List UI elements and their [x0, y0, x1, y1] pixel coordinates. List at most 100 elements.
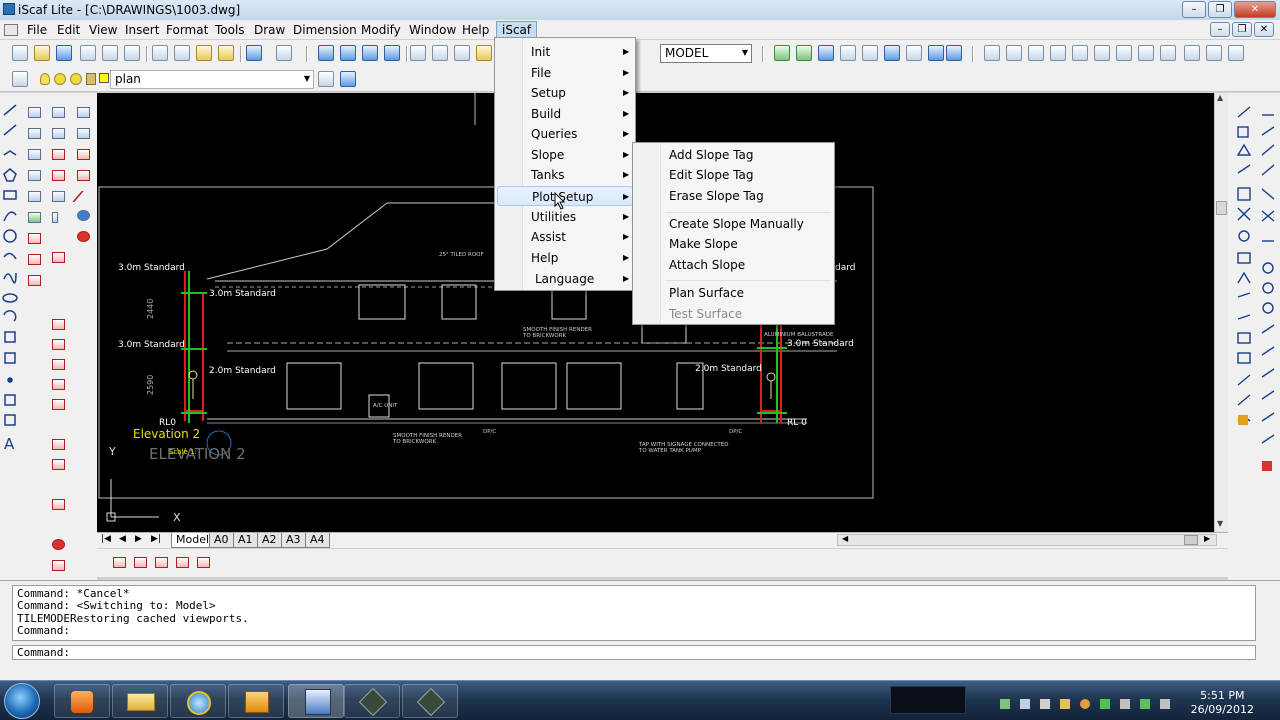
scroll-thumb[interactable]	[1216, 201, 1227, 215]
tab-model[interactable]: Model	[171, 533, 215, 548]
array-icon[interactable]	[28, 191, 41, 202]
drawing-vertical-scrollbar[interactable]: ▲ ▼	[1214, 93, 1228, 533]
copy-icon[interactable]	[174, 45, 190, 61]
iscaf-menu-queries[interactable]: Queries ▶	[497, 124, 633, 144]
modify-4-icon[interactable]	[52, 170, 65, 181]
tab-last-icon[interactable]: ▶|	[151, 534, 161, 544]
move-icon[interactable]	[28, 107, 41, 118]
snap-tool-8-icon[interactable]	[1138, 45, 1154, 61]
print-preview-icon[interactable]	[102, 45, 118, 61]
draw-tools-icons[interactable]: A	[0, 93, 97, 580]
design-center-icon[interactable]	[432, 45, 448, 61]
hscroll-thumb[interactable]	[1184, 535, 1198, 545]
tray-icon-1[interactable]	[1000, 699, 1010, 709]
prop-1-icon[interactable]	[77, 107, 90, 118]
redo-icon[interactable]	[276, 45, 292, 61]
menu-format[interactable]: Format	[161, 22, 213, 38]
modify-15-icon[interactable]	[52, 499, 65, 510]
snap-tool-5-icon[interactable]	[1072, 45, 1088, 61]
zoom-previous-icon[interactable]	[384, 45, 400, 61]
layer-previous-icon[interactable]	[340, 71, 356, 87]
modify-12-icon[interactable]	[52, 399, 65, 410]
modify-3-icon[interactable]	[52, 149, 65, 160]
stretch-icon[interactable]	[28, 254, 41, 265]
modify-14-icon[interactable]	[52, 459, 65, 470]
volume-icon[interactable]	[1160, 699, 1170, 709]
layer-vp-thaw-icon[interactable]	[70, 73, 82, 85]
iscaf-tool-3-icon[interactable]	[818, 45, 834, 61]
iscaf-menu-setup[interactable]: Setup ▶	[497, 83, 633, 103]
horizontal-scrollbar[interactable]: ◀ ▶	[837, 534, 1217, 546]
snap-tool-4-icon[interactable]	[1050, 45, 1066, 61]
tray-icon-3[interactable]	[1040, 699, 1050, 709]
mirror-icon[interactable]	[28, 149, 41, 160]
modify-13-icon[interactable]	[52, 439, 65, 450]
menu-edit[interactable]: Edit	[52, 22, 85, 38]
doc-minimize-button[interactable]: –	[1210, 22, 1230, 37]
save-icon[interactable]	[56, 45, 72, 61]
publish-icon[interactable]	[124, 45, 140, 61]
paste-icon[interactable]	[196, 45, 212, 61]
explorer-task-icon[interactable]	[112, 684, 168, 718]
iscaf-menu-file[interactable]: File ▶	[497, 63, 633, 83]
modify-5-icon[interactable]	[52, 191, 65, 202]
close-icon[interactable]	[77, 231, 90, 242]
tray-icon-2[interactable]	[1020, 699, 1030, 709]
lower-tool-2-icon[interactable]	[134, 557, 147, 568]
internet-explorer-task-icon[interactable]	[170, 684, 226, 718]
network-icon[interactable]	[1140, 699, 1150, 709]
menu-modify[interactable]: Modify	[356, 22, 406, 38]
layer-select[interactable]: plan ▼	[110, 70, 314, 89]
delete-icon[interactable]	[52, 539, 65, 550]
scroll-right-icon[interactable]: ▶	[1204, 534, 1210, 543]
modify-9-icon[interactable]	[52, 339, 65, 350]
iscaf-tool-7-icon[interactable]	[906, 45, 922, 61]
menu-help[interactable]: Help	[457, 22, 494, 38]
iscaf-tool-8-icon[interactable]	[928, 45, 944, 61]
iscaf-menu-assist[interactable]: Assist ▶	[497, 227, 633, 247]
iscaf-task-icon[interactable]	[288, 684, 344, 718]
modify-6-icon[interactable]	[52, 212, 58, 223]
snap-tool-3-icon[interactable]	[1028, 45, 1044, 61]
prop-2-icon[interactable]	[77, 128, 90, 139]
cad-task-icon-2[interactable]	[402, 684, 458, 718]
tray-icon-4[interactable]	[1060, 699, 1070, 709]
menu-tools[interactable]: Tools	[210, 22, 250, 38]
lower-tool-1-icon[interactable]	[113, 557, 126, 568]
snap-tool-12-icon[interactable]	[1228, 45, 1244, 61]
tab-prev-icon[interactable]: ◀	[119, 534, 126, 544]
scroll-up-icon[interactable]: ▲	[1217, 93, 1223, 102]
print-icon[interactable]	[80, 45, 96, 61]
layer-thaw-icon[interactable]	[54, 73, 66, 85]
modify-2-icon[interactable]	[52, 128, 65, 139]
submenu-edit-slope-tag[interactable]: Edit Slope Tag	[635, 165, 832, 185]
iscaf-menu-init[interactable]: Init ▶	[497, 42, 633, 62]
submenu-add-slope-tag[interactable]: Add Slope Tag	[635, 145, 832, 165]
tab-a1[interactable]: A1	[233, 533, 258, 548]
menu-draw[interactable]: Draw	[249, 22, 290, 38]
copy-object-icon[interactable]	[28, 128, 41, 139]
snap-tool-11-icon[interactable]	[1206, 45, 1222, 61]
iscaf-menu-help[interactable]: Help ▶	[497, 248, 633, 268]
submenu-make-slope[interactable]: Make Slope	[635, 234, 832, 254]
offset-icon[interactable]	[28, 170, 41, 181]
zoom-realtime-icon[interactable]	[340, 45, 356, 61]
tray-icon-6[interactable]	[1100, 699, 1110, 709]
prop-4-icon[interactable]	[77, 170, 90, 181]
scale-icon[interactable]	[28, 233, 41, 244]
close-button[interactable]: ✕	[1234, 1, 1276, 18]
submenu-erase-slope-tag[interactable]: Erase Slope Tag	[635, 186, 832, 206]
submenu-create-slope-manually[interactable]: Create Slope Manually	[635, 214, 832, 234]
cut-icon[interactable]	[152, 45, 168, 61]
tool-palettes-icon[interactable]	[454, 45, 470, 61]
help-icon[interactable]	[946, 45, 962, 61]
tab-first-icon[interactable]: |◀	[101, 534, 111, 544]
layer-on-icon[interactable]	[40, 73, 50, 85]
snap-tool-9-icon[interactable]	[1160, 45, 1176, 61]
menu-window[interactable]: Window	[404, 22, 461, 38]
undo-icon[interactable]	[246, 45, 262, 61]
doc-close-button[interactable]: ✕	[1254, 22, 1274, 37]
properties-icon[interactable]	[410, 45, 426, 61]
submenu-plan-surface[interactable]: Plan Surface	[635, 283, 832, 303]
sheet-set-icon[interactable]	[476, 45, 492, 61]
